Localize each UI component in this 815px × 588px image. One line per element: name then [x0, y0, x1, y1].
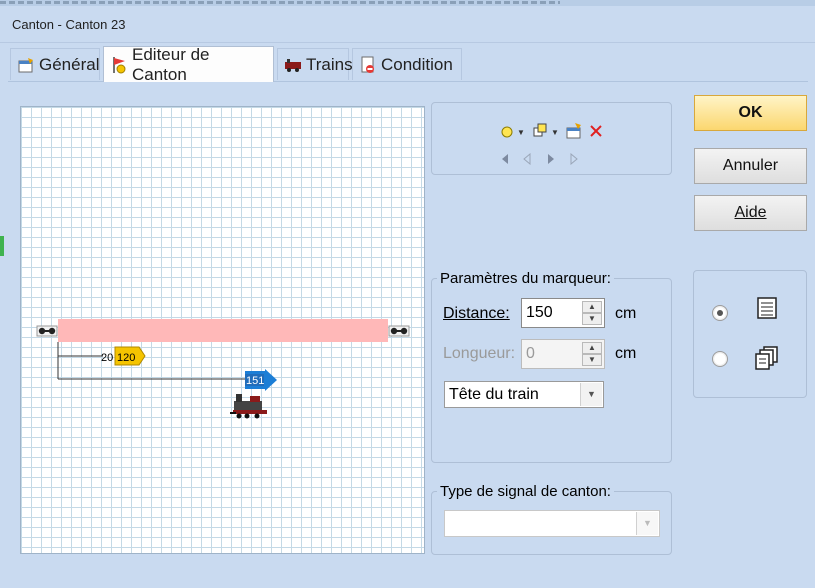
marker-1-distance: 20: [101, 352, 113, 364]
tab-trains[interactable]: Trains: [277, 48, 353, 80]
view-option-radio-1[interactable]: [712, 305, 728, 321]
condition-icon: [359, 56, 377, 74]
editor-toolbar-panel: ▼ ▼: [431, 102, 672, 175]
speed-marker-value: 120: [117, 352, 135, 364]
tab-condition-label: Condition: [381, 54, 453, 74]
add-object-icon[interactable]: [530, 121, 550, 141]
copy-view-icon[interactable]: [754, 345, 780, 371]
distance-label: Distance:: [443, 305, 510, 322]
tab-general[interactable]: Général: [10, 48, 100, 80]
help-button[interactable]: Aide: [694, 195, 807, 231]
list-view-icon[interactable]: [754, 295, 780, 321]
window-title: Canton - Canton 23: [12, 17, 126, 32]
chevron-down-icon[interactable]: ▼: [580, 383, 602, 406]
reference-select[interactable]: Tête du train ▼: [444, 381, 604, 408]
yellow-circle-icon[interactable]: [498, 123, 516, 141]
prev-arrow-icon[interactable]: [520, 152, 534, 166]
block-end-icon: [388, 325, 410, 337]
train-icon: [284, 56, 302, 74]
background-window-edge: [0, 236, 4, 256]
locomotive-icon: [230, 394, 267, 419]
object-dropdown-icon[interactable]: ▼: [551, 127, 559, 137]
signal-type-legend: Type de signal de canton:: [437, 483, 614, 500]
properties-icon[interactable]: [564, 121, 584, 141]
delete-red-x-icon[interactable]: [587, 121, 605, 141]
tab-block-editor[interactable]: Editeur de Canton: [103, 44, 274, 84]
length-spinbox: ▲ ▼: [521, 339, 605, 369]
marker-params-legend: Paramètres du marqueur:: [437, 270, 614, 287]
distance-unit: cm: [615, 305, 637, 322]
reference-value: Tête du train: [449, 386, 539, 403]
block-diagram: 20 120 151: [36, 319, 410, 419]
chevron-down-icon: ▼: [636, 512, 658, 535]
spin-down-icon: ▼: [582, 354, 602, 366]
block-start-icon: [36, 325, 58, 337]
view-option-radio-2[interactable]: [712, 351, 728, 367]
spin-up-icon[interactable]: ▲: [582, 301, 602, 313]
cancel-button[interactable]: Annuler: [694, 148, 807, 184]
signal-type-group: Type de signal de canton: ▼: [431, 483, 672, 555]
tab-condition[interactable]: Condition: [352, 48, 462, 80]
title-bar[interactable]: Canton - Canton 23: [0, 6, 815, 43]
marker-dropdown-icon[interactable]: ▼: [517, 127, 525, 137]
ok-button[interactable]: OK: [694, 95, 807, 131]
block-editor-canvas[interactable]: 20 120 151: [20, 106, 425, 554]
signal-type-select: ▼: [444, 510, 660, 537]
length-input: [524, 342, 578, 366]
block-bar: [58, 319, 388, 342]
general-properties-icon: [17, 56, 35, 74]
spin-down-icon[interactable]: ▼: [582, 313, 602, 325]
tab-general-label: Général: [39, 54, 100, 74]
spin-up-icon: ▲: [582, 342, 602, 354]
distance-spinbox[interactable]: ▲ ▼: [521, 298, 605, 328]
length-label: Longueur:: [443, 345, 516, 362]
view-options-panel: [693, 270, 807, 398]
first-arrow-icon[interactable]: [498, 152, 512, 166]
distance-input[interactable]: [524, 301, 578, 325]
tab-trains-label: Trains: [306, 54, 353, 74]
length-unit: cm: [615, 345, 637, 362]
distance-spin-arrows[interactable]: ▲ ▼: [582, 301, 602, 325]
next-arrow-icon[interactable]: [544, 152, 558, 166]
marker-params-group: Paramètres du marqueur: Distance: ▲ ▼ cm…: [431, 270, 672, 463]
tab-block-editor-label: Editeur de Canton: [132, 44, 210, 84]
stop-marker-value: 151: [246, 375, 264, 387]
last-arrow-icon[interactable]: [567, 152, 581, 166]
block-editor-icon: [110, 56, 128, 74]
length-spin-arrows: ▲ ▼: [582, 342, 602, 366]
